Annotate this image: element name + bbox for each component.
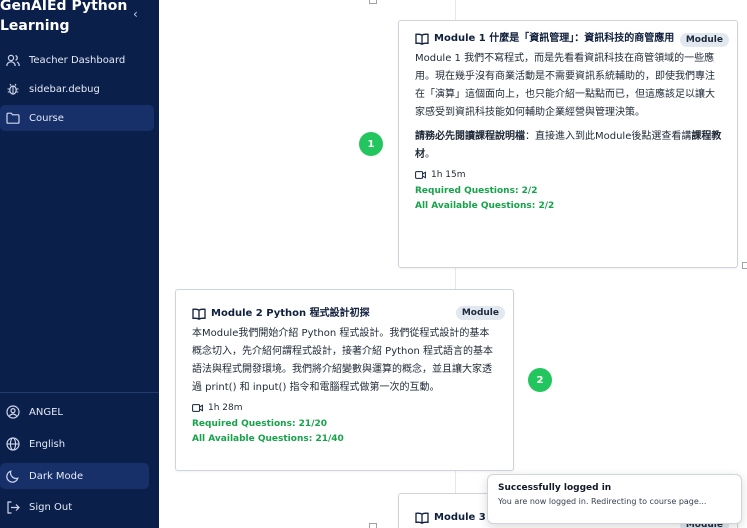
moon-icon	[4, 469, 22, 483]
module-title[interactable]: Module 3	[434, 510, 486, 525]
sidebar-item-label: Course	[29, 112, 64, 124]
module-duration: 1h 15m	[415, 170, 723, 180]
module-title[interactable]: Module 2 Python 程式設計初探	[211, 306, 370, 321]
required-questions: Required Questions: 2/2	[415, 186, 538, 196]
sidebar: GenAIEd Python Learning ‹ Teacher Dashbo…	[0, 0, 159, 528]
users-icon	[4, 53, 22, 67]
sidebar-item-sign-out[interactable]: Sign Out	[0, 494, 154, 520]
sidebar-item-course[interactable]: Course	[0, 105, 154, 131]
sidebar-item-dark-mode[interactable]: Dark Mode	[0, 463, 149, 489]
sidebar-item-label: Sign Out	[29, 501, 73, 513]
module-note: 請務必先閱讀課程說明檔：直接進入到此Module後點選查看講課程教材。	[415, 128, 723, 164]
module-type-badge: Module	[455, 306, 505, 320]
resize-handle	[369, 523, 377, 528]
module-description: Module 1 我們不寫程式，而是先看看資訊科技在商管領域的一些應用。現在幾乎…	[415, 53, 715, 118]
module-card-1[interactable]: Module 1 什麼是「資訊管理」：資訊科技的商管應用 Module Modu…	[398, 20, 738, 268]
module-number-badge: 2	[528, 368, 552, 392]
note-text: 。	[425, 149, 435, 160]
module-card-2[interactable]: Module 2 Python 程式設計初探 Module 本Module我們開…	[175, 289, 514, 471]
toast-message: You are now logged in. Redirecting to co…	[498, 497, 707, 506]
toast-title: Successfully logged in	[498, 483, 612, 493]
module-description: 本Module我們開始介紹 Python 程式設計。我們從程式設計的基本概念切入…	[192, 328, 494, 393]
module-title[interactable]: Module 1 什麼是「資訊管理」：資訊科技的商管應用	[434, 31, 684, 46]
book-icon	[415, 33, 429, 45]
user-circle-icon	[4, 405, 22, 419]
app-brand: GenAIEd Python Learning	[0, 0, 128, 34]
duration-text: 1h 15m	[431, 170, 466, 180]
bug-icon	[4, 82, 22, 96]
sidebar-item-label: Teacher Dashboard	[29, 54, 126, 66]
sidebar-item-label: sidebar.debug	[29, 83, 100, 95]
sidebar-item-label: English	[29, 438, 66, 450]
sidebar-item-label: Dark Mode	[29, 470, 84, 482]
duration-text: 1h 28m	[208, 403, 243, 413]
sign-out-icon	[4, 500, 22, 514]
available-questions: All Available Questions: 2/2	[415, 201, 555, 211]
login-success-toast[interactable]: Successfully logged in You are now logge…	[487, 474, 742, 524]
globe-icon	[4, 437, 22, 451]
sidebar-item-user[interactable]: ANGEL	[0, 399, 154, 425]
video-icon	[415, 171, 426, 179]
video-icon	[192, 404, 203, 412]
note-text: ：直接進入到此Module後點選查看講	[525, 131, 692, 142]
module-number-badge: 1	[359, 132, 383, 156]
book-icon	[192, 308, 206, 320]
course-timeline: Module 1 什麼是「資訊管理」：資訊科技的商管應用 Module Modu…	[159, 0, 747, 528]
note-emphasis: 請務必先閱讀課程說明檔	[415, 131, 525, 142]
sidebar-item-teacher-dashboard[interactable]: Teacher Dashboard	[0, 47, 154, 73]
resize-handle	[742, 262, 747, 269]
module-type-badge: Module	[679, 33, 729, 47]
sidebar-divider	[0, 392, 159, 393]
sidebar-item-label: ANGEL	[29, 406, 63, 418]
folder-icon	[4, 111, 22, 125]
module-duration: 1h 28m	[192, 403, 499, 413]
sidebar-item-debug[interactable]: sidebar.debug	[0, 76, 154, 102]
book-icon	[415, 512, 429, 524]
sidebar-item-language[interactable]: English	[0, 431, 154, 457]
required-questions: Required Questions: 21/20	[192, 419, 328, 429]
resize-handle	[369, 0, 377, 4]
available-questions: All Available Questions: 21/40	[192, 434, 344, 444]
collapse-sidebar-icon[interactable]: ‹	[133, 7, 138, 21]
